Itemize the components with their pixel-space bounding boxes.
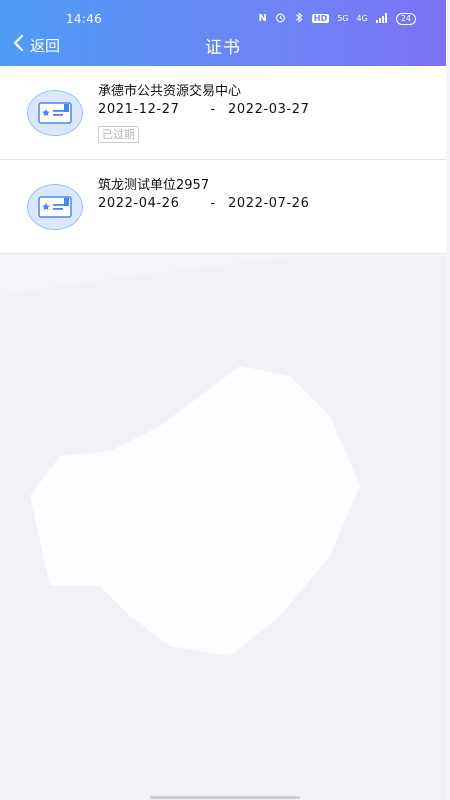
end-date: 2022-07-26	[228, 196, 310, 211]
bluetooth-icon	[294, 12, 304, 25]
end-date: 2022-03-27	[228, 102, 310, 117]
alarm-icon	[275, 12, 286, 25]
status-icons: N HD 5G 4G 24	[258, 12, 416, 25]
nfc-icon: N	[258, 13, 267, 24]
certificate-icon	[27, 184, 83, 230]
empty-area	[0, 256, 446, 800]
app-header: 14:46 N HD 5G 4G 24 返回 证书	[0, 0, 446, 66]
certificate-item[interactable]: 筑龙测试单位2957 2022-04-26 - 2022-07-26	[0, 160, 446, 254]
certificate-validity: 2022-04-26 - 2022-07-26	[98, 196, 310, 211]
background-watermark-shape	[0, 256, 446, 800]
status-bar: 14:46 N HD 5G 4G 24	[0, 0, 446, 30]
network-5g-icon: 5G	[337, 14, 349, 23]
start-date: 2022-04-26	[98, 196, 180, 211]
network-4g-icon: 4G	[356, 14, 368, 23]
certificate-name: 筑龙测试单位2957	[98, 178, 210, 193]
page-title: 证书	[205, 38, 241, 58]
date-separator: -	[210, 102, 216, 117]
start-date: 2021-12-27	[98, 102, 180, 117]
certificate-name: 承德市公共资源交易中心	[98, 84, 242, 99]
status-time: 14:46	[66, 12, 103, 26]
hd-icon: HD	[311, 14, 330, 23]
certificate-list: 承德市公共资源交易中心 2021-12-27 - 2022-03-27 已过期 …	[0, 66, 446, 254]
home-indicator	[150, 796, 300, 799]
status-badge: 已过期	[98, 126, 139, 143]
certificate-validity: 2021-12-27 - 2022-03-27	[98, 102, 310, 117]
nav-bar: 返回 证书	[0, 30, 446, 64]
certificate-icon	[27, 90, 83, 136]
certificate-item[interactable]: 承德市公共资源交易中心 2021-12-27 - 2022-03-27 已过期	[0, 66, 446, 160]
signal-icon	[375, 12, 388, 25]
battery-icon: 24	[395, 12, 416, 25]
date-separator: -	[210, 196, 216, 211]
